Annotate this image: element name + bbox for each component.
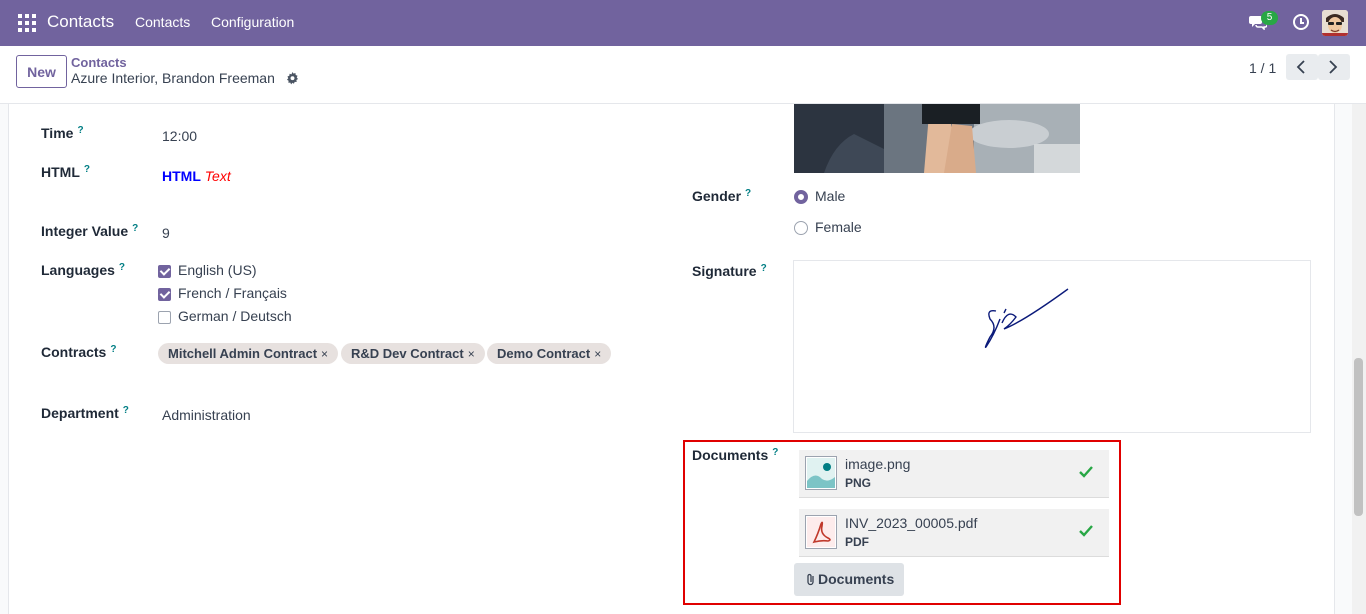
html-field[interactable]: HTML Text <box>162 168 231 184</box>
contract-tag: R&D Dev Contract × <box>341 343 485 364</box>
tag-remove-icon[interactable]: × <box>594 347 601 361</box>
clock-icon[interactable] <box>1293 14 1309 30</box>
contracts-label: Contracts? <box>41 344 117 360</box>
time-field[interactable]: 12:00 <box>162 128 197 144</box>
integer-help-icon[interactable]: ? <box>132 223 138 234</box>
photo-image-icon <box>794 104 1080 173</box>
check-icon <box>1079 525 1093 537</box>
chevron-right-icon <box>1329 60 1338 74</box>
gear-icon[interactable] <box>286 72 299 85</box>
document-item-pdf[interactable]: INV_2023_00005.pdf PDF <box>799 509 1109 557</box>
department-label: Department? <box>41 405 129 421</box>
time-help-icon[interactable]: ? <box>77 125 83 136</box>
pager-next-button[interactable] <box>1318 54 1350 80</box>
documents-help-icon[interactable]: ? <box>772 447 778 458</box>
languages-label: Languages? <box>41 262 126 278</box>
signature-box[interactable] <box>793 260 1311 433</box>
pager-value[interactable]: 1 / 1 <box>1249 60 1276 76</box>
html-label: HTML? <box>41 164 90 180</box>
check-icon <box>1079 466 1093 478</box>
new-button[interactable]: New <box>16 55 67 88</box>
pdf-file-icon <box>805 515 837 549</box>
control-panel: New Contacts Azure Interior, Brandon Fre… <box>0 46 1366 104</box>
gender-label: Gender? <box>692 188 752 204</box>
app-title[interactable]: Contacts <box>47 12 114 32</box>
female-radio[interactable] <box>794 221 808 235</box>
time-label: Time? <box>41 125 84 141</box>
department-help-icon[interactable]: ? <box>123 405 129 416</box>
tag-remove-icon[interactable]: × <box>468 347 475 361</box>
languages-help-icon[interactable]: ? <box>119 262 125 273</box>
department-field[interactable]: Administration <box>162 407 251 423</box>
pager-previous-button[interactable] <box>1286 54 1318 80</box>
breadcrumb-current: Azure Interior, Brandon Freeman <box>71 70 275 86</box>
image-file-icon <box>805 456 837 490</box>
chevron-left-icon <box>1296 60 1305 74</box>
german-checkbox[interactable] <box>158 311 171 324</box>
signature-label: Signature? <box>692 263 767 279</box>
signature-drawing <box>984 288 1069 348</box>
html-help-icon[interactable]: ? <box>84 164 90 175</box>
signature-help-icon[interactable]: ? <box>761 263 767 274</box>
french-checkbox[interactable] <box>158 288 171 301</box>
contract-tag: Demo Contract × <box>487 343 612 364</box>
documents-label: Documents? <box>692 447 779 463</box>
add-documents-button[interactable]: Documents <box>794 563 904 596</box>
english-checkbox[interactable] <box>158 265 171 278</box>
menu-configuration[interactable]: Configuration <box>211 14 294 30</box>
paperclip-icon <box>807 573 814 586</box>
apps-grid-icon[interactable] <box>18 14 36 32</box>
male-radio[interactable] <box>794 190 808 204</box>
document-item-image[interactable]: image.png PNG <box>799 450 1109 498</box>
tag-remove-icon[interactable]: × <box>321 347 328 361</box>
avatar-image-icon <box>1322 10 1348 36</box>
contact-photo[interactable] <box>794 104 1080 173</box>
gender-help-icon[interactable]: ? <box>745 188 751 199</box>
chat-count-badge: 5 <box>1261 11 1278 25</box>
menu-contacts[interactable]: Contacts <box>135 14 190 30</box>
html-italic-text: Text <box>204 168 231 184</box>
contracts-help-icon[interactable]: ? <box>110 344 116 355</box>
top-navbar: Contacts Contacts Configuration 5 <box>0 0 1366 46</box>
contract-tag: Mitchell Admin Contract × <box>158 343 339 364</box>
user-avatar[interactable] <box>1322 10 1348 36</box>
scrollbar-thumb[interactable] <box>1354 358 1363 516</box>
html-bold-text: HTML <box>162 168 201 184</box>
integer-value-label: Integer Value? <box>41 223 139 239</box>
breadcrumb-parent[interactable]: Contacts <box>71 55 127 70</box>
integer-value-field[interactable]: 9 <box>162 225 170 241</box>
